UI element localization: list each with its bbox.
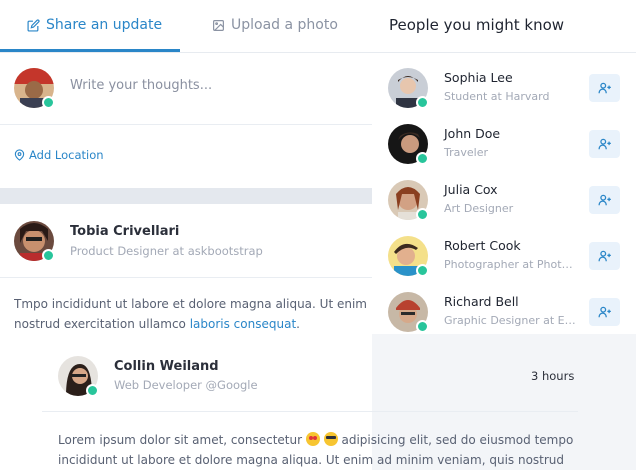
online-status-dot [42,249,55,262]
person-name[interactable]: Sophia Lee [444,70,513,85]
comment-author-name[interactable]: Collin Weiland [114,359,219,374]
comment-text-part: adipisicing elit, sed do eiusmod tempo [337,433,574,447]
user-plus-icon [598,82,611,94]
user-plus-icon [598,250,611,262]
add-friend-button[interactable] [589,186,620,214]
online-status-dot [416,96,429,109]
person-item[interactable]: Robert Cook Photographer at Photography [372,230,636,286]
post-author-role: Product Designer at askbootstrap [70,244,263,258]
feed-column: Share an update Upload a photo Write you… [0,0,372,470]
map-pin-icon [14,149,25,161]
post-text-prefix: nostrud exercitation ullamco [14,317,190,331]
person-subtitle: Student at Harvard [444,90,550,103]
user-plus-icon [598,306,611,318]
online-status-dot [416,264,429,277]
comment-body-line: incididunt ut labore et dolore magna ali… [58,453,565,467]
comment-body-line: Lorem ipsum dolor sit amet, consectetur … [58,430,618,450]
online-status-dot [416,152,429,165]
person-subtitle: Traveler [444,146,488,159]
online-status-dot [416,208,429,221]
add-friend-button[interactable] [589,242,620,270]
person-name[interactable]: John Doe [444,126,500,141]
user-plus-icon [598,194,611,206]
image-icon [213,19,224,31]
person-name[interactable]: Richard Bell [444,294,519,309]
comment-author-role: Web Developer @Google [114,378,258,392]
post-body-line: nostrud exercitation ullamco laboris con… [14,314,370,334]
tab-upload-label: Upload a photo [231,17,338,33]
person-item[interactable]: John Doe Traveler [372,118,636,174]
comment-text-part: Lorem ipsum dolor sit amet, consectetur [58,433,306,447]
tab-share-label: Share an update [46,17,163,33]
sunglasses-emoji-icon [323,432,338,446]
add-friend-button[interactable] [589,298,620,326]
panel-header: People you might know [372,0,636,53]
online-status-dot [42,96,55,109]
person-subtitle: Art Designer [444,202,514,215]
thoughts-input[interactable]: Write your thoughts... [70,78,212,93]
divider [42,411,578,412]
tab-upload-photo[interactable]: Upload a photo [212,0,338,50]
person-name[interactable]: Robert Cook [444,238,521,253]
person-name[interactable]: Julia Cox [444,182,498,197]
online-status-dot [86,384,99,397]
person-item[interactable]: Julia Cox Art Designer [372,174,636,230]
person-item[interactable]: Richard Bell Graphic Designer at Envato [372,286,636,342]
comment-body: Lorem ipsum dolor sit amet, consectetur … [58,430,618,470]
post-link[interactable]: laboris consequat [190,317,296,331]
person-item[interactable]: Sophia Lee Student at Harvard [372,62,636,118]
active-tab-indicator [0,49,180,52]
panel-title: People you might know [389,16,565,34]
add-friend-button[interactable] [589,130,620,158]
add-location-link[interactable]: Add Location [14,148,104,162]
divider [0,277,372,278]
add-friend-button[interactable] [589,74,620,102]
add-location-label: Add Location [29,148,104,162]
heart-eyes-emoji-icon [305,432,320,446]
post-author-name[interactable]: Tobia Crivellari [70,224,179,239]
user-plus-icon [598,138,611,150]
post-body: Tmpo incididunt ut labore et dolore magn… [14,294,370,334]
divider [0,124,372,125]
people-you-might-know-panel: People you might know Sophia Lee Student… [372,0,636,334]
person-subtitle: Photographer at Photography [444,258,579,271]
post-text-suffix: . [296,317,300,331]
comment-timestamp: 3 hours [531,369,575,383]
post-tabs: Share an update Upload a photo [0,0,372,53]
post-body-line: Tmpo incididunt ut labore et dolore magn… [14,297,370,311]
online-status-dot [416,320,429,333]
section-separator [0,188,372,204]
person-subtitle: Graphic Designer at Envato [444,314,579,327]
edit-icon [27,18,40,32]
tab-share-update[interactable]: Share an update [27,0,162,50]
